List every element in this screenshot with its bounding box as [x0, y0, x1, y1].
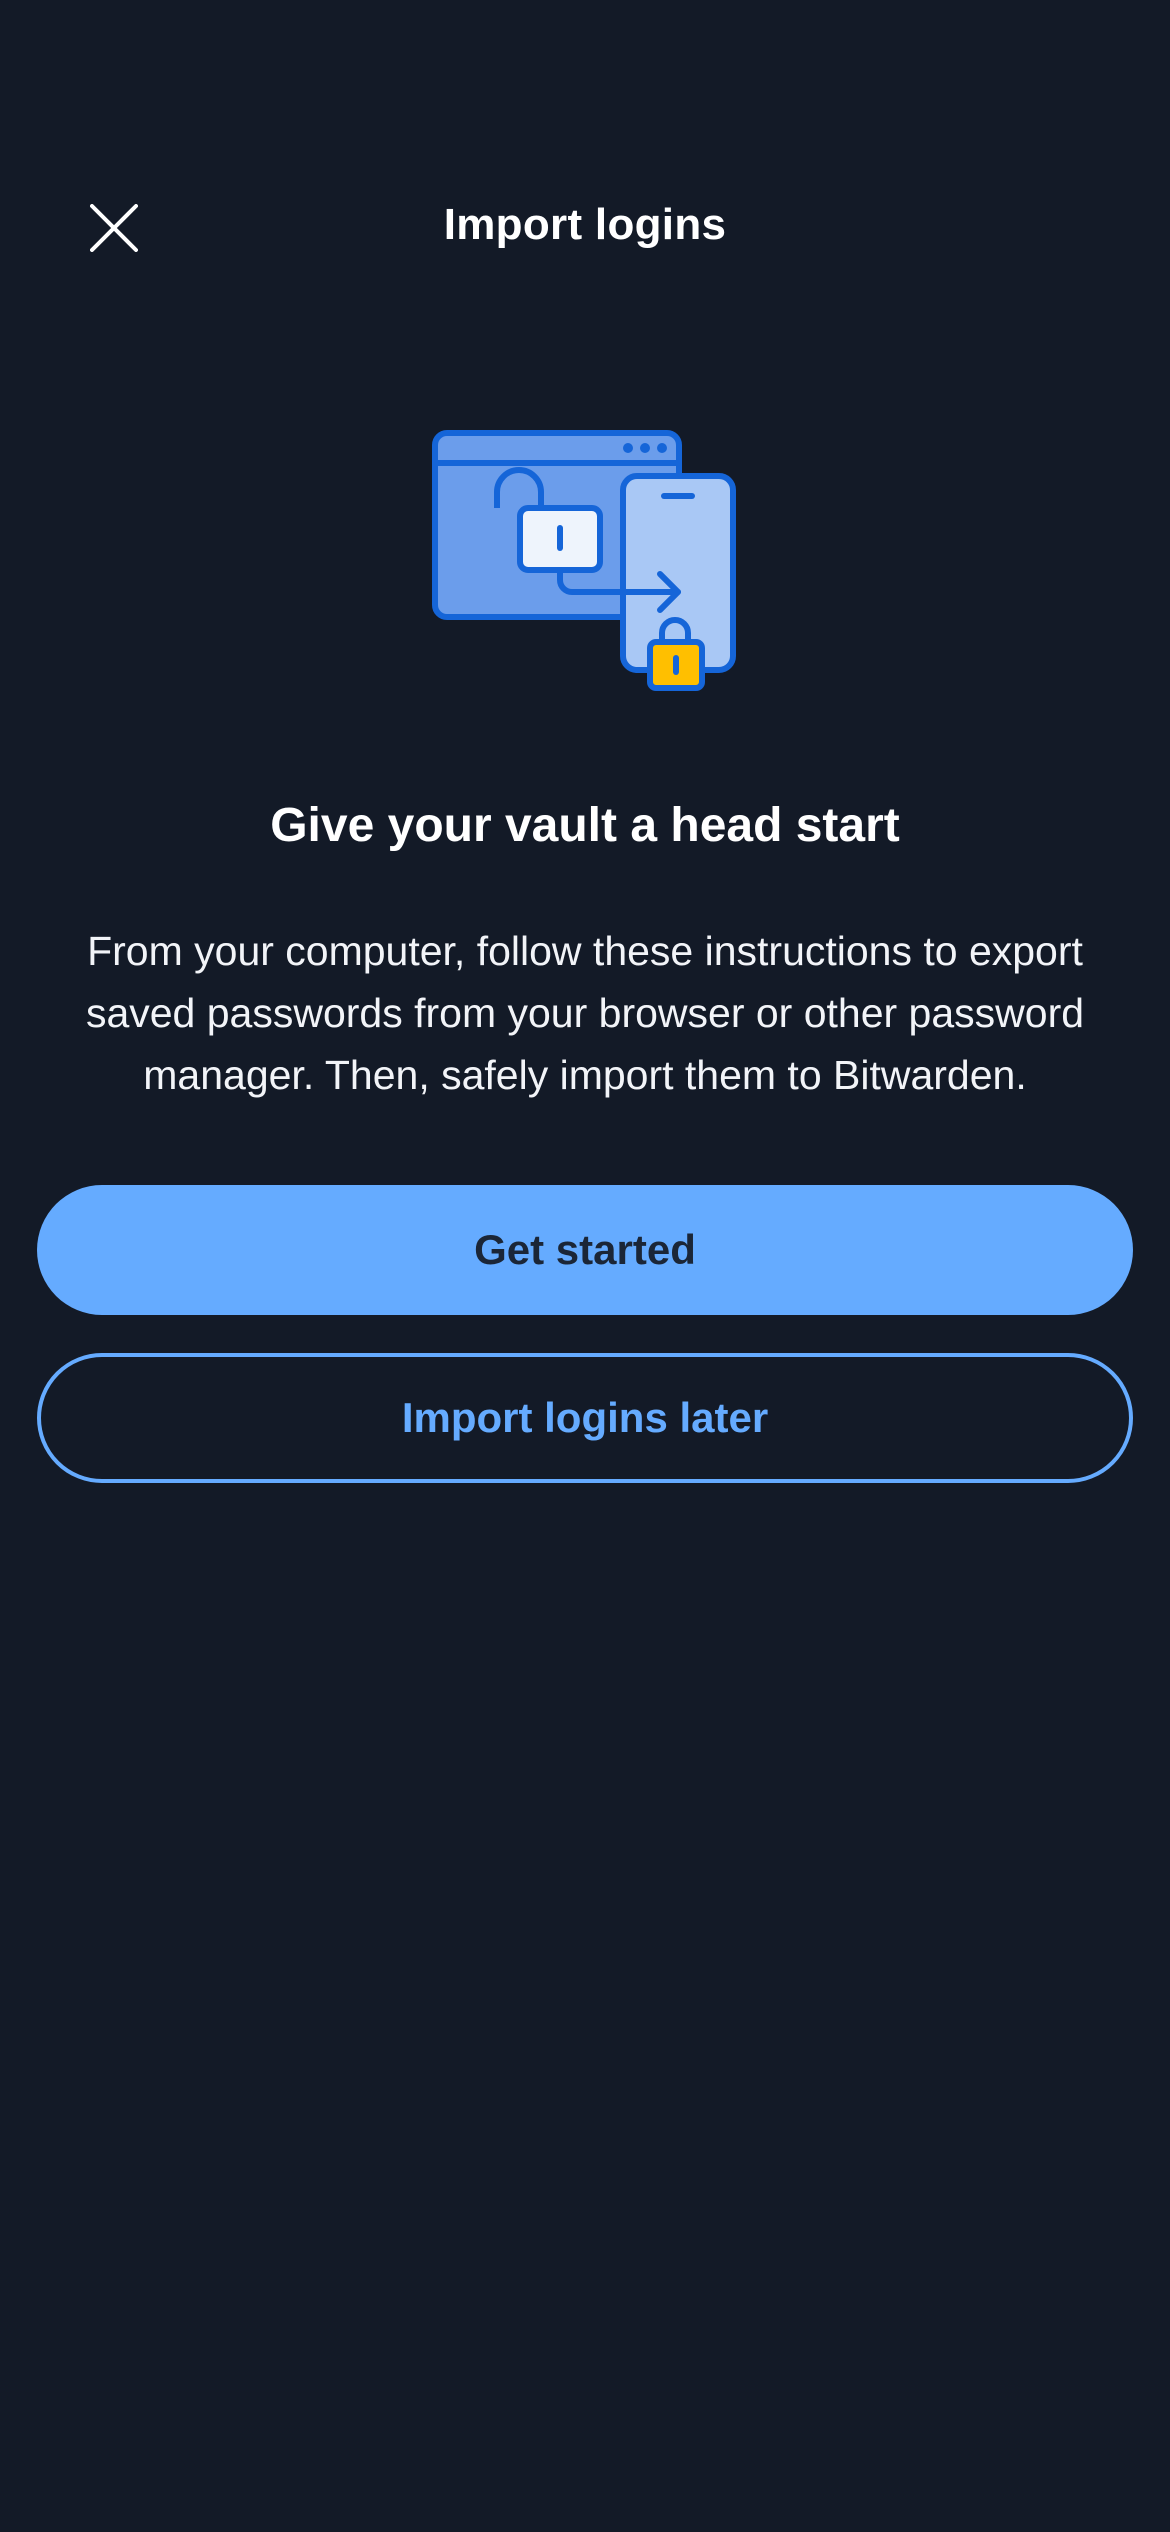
instructions-text: From your computer, follow these instruc… — [85, 928, 1085, 1098]
import-logins-screen: Import logins Give your vault a head sta… — [0, 0, 1170, 2532]
top-app-bar: Import logins — [0, 170, 1170, 286]
headline: Give your vault a head start — [270, 799, 900, 852]
get-started-button[interactable]: Get started — [37, 1185, 1133, 1315]
import-logins-later-button[interactable]: Import logins later — [37, 1353, 1133, 1483]
browser-to-phone-import-illustration — [430, 428, 740, 700]
page-title: Import logins — [443, 200, 727, 249]
